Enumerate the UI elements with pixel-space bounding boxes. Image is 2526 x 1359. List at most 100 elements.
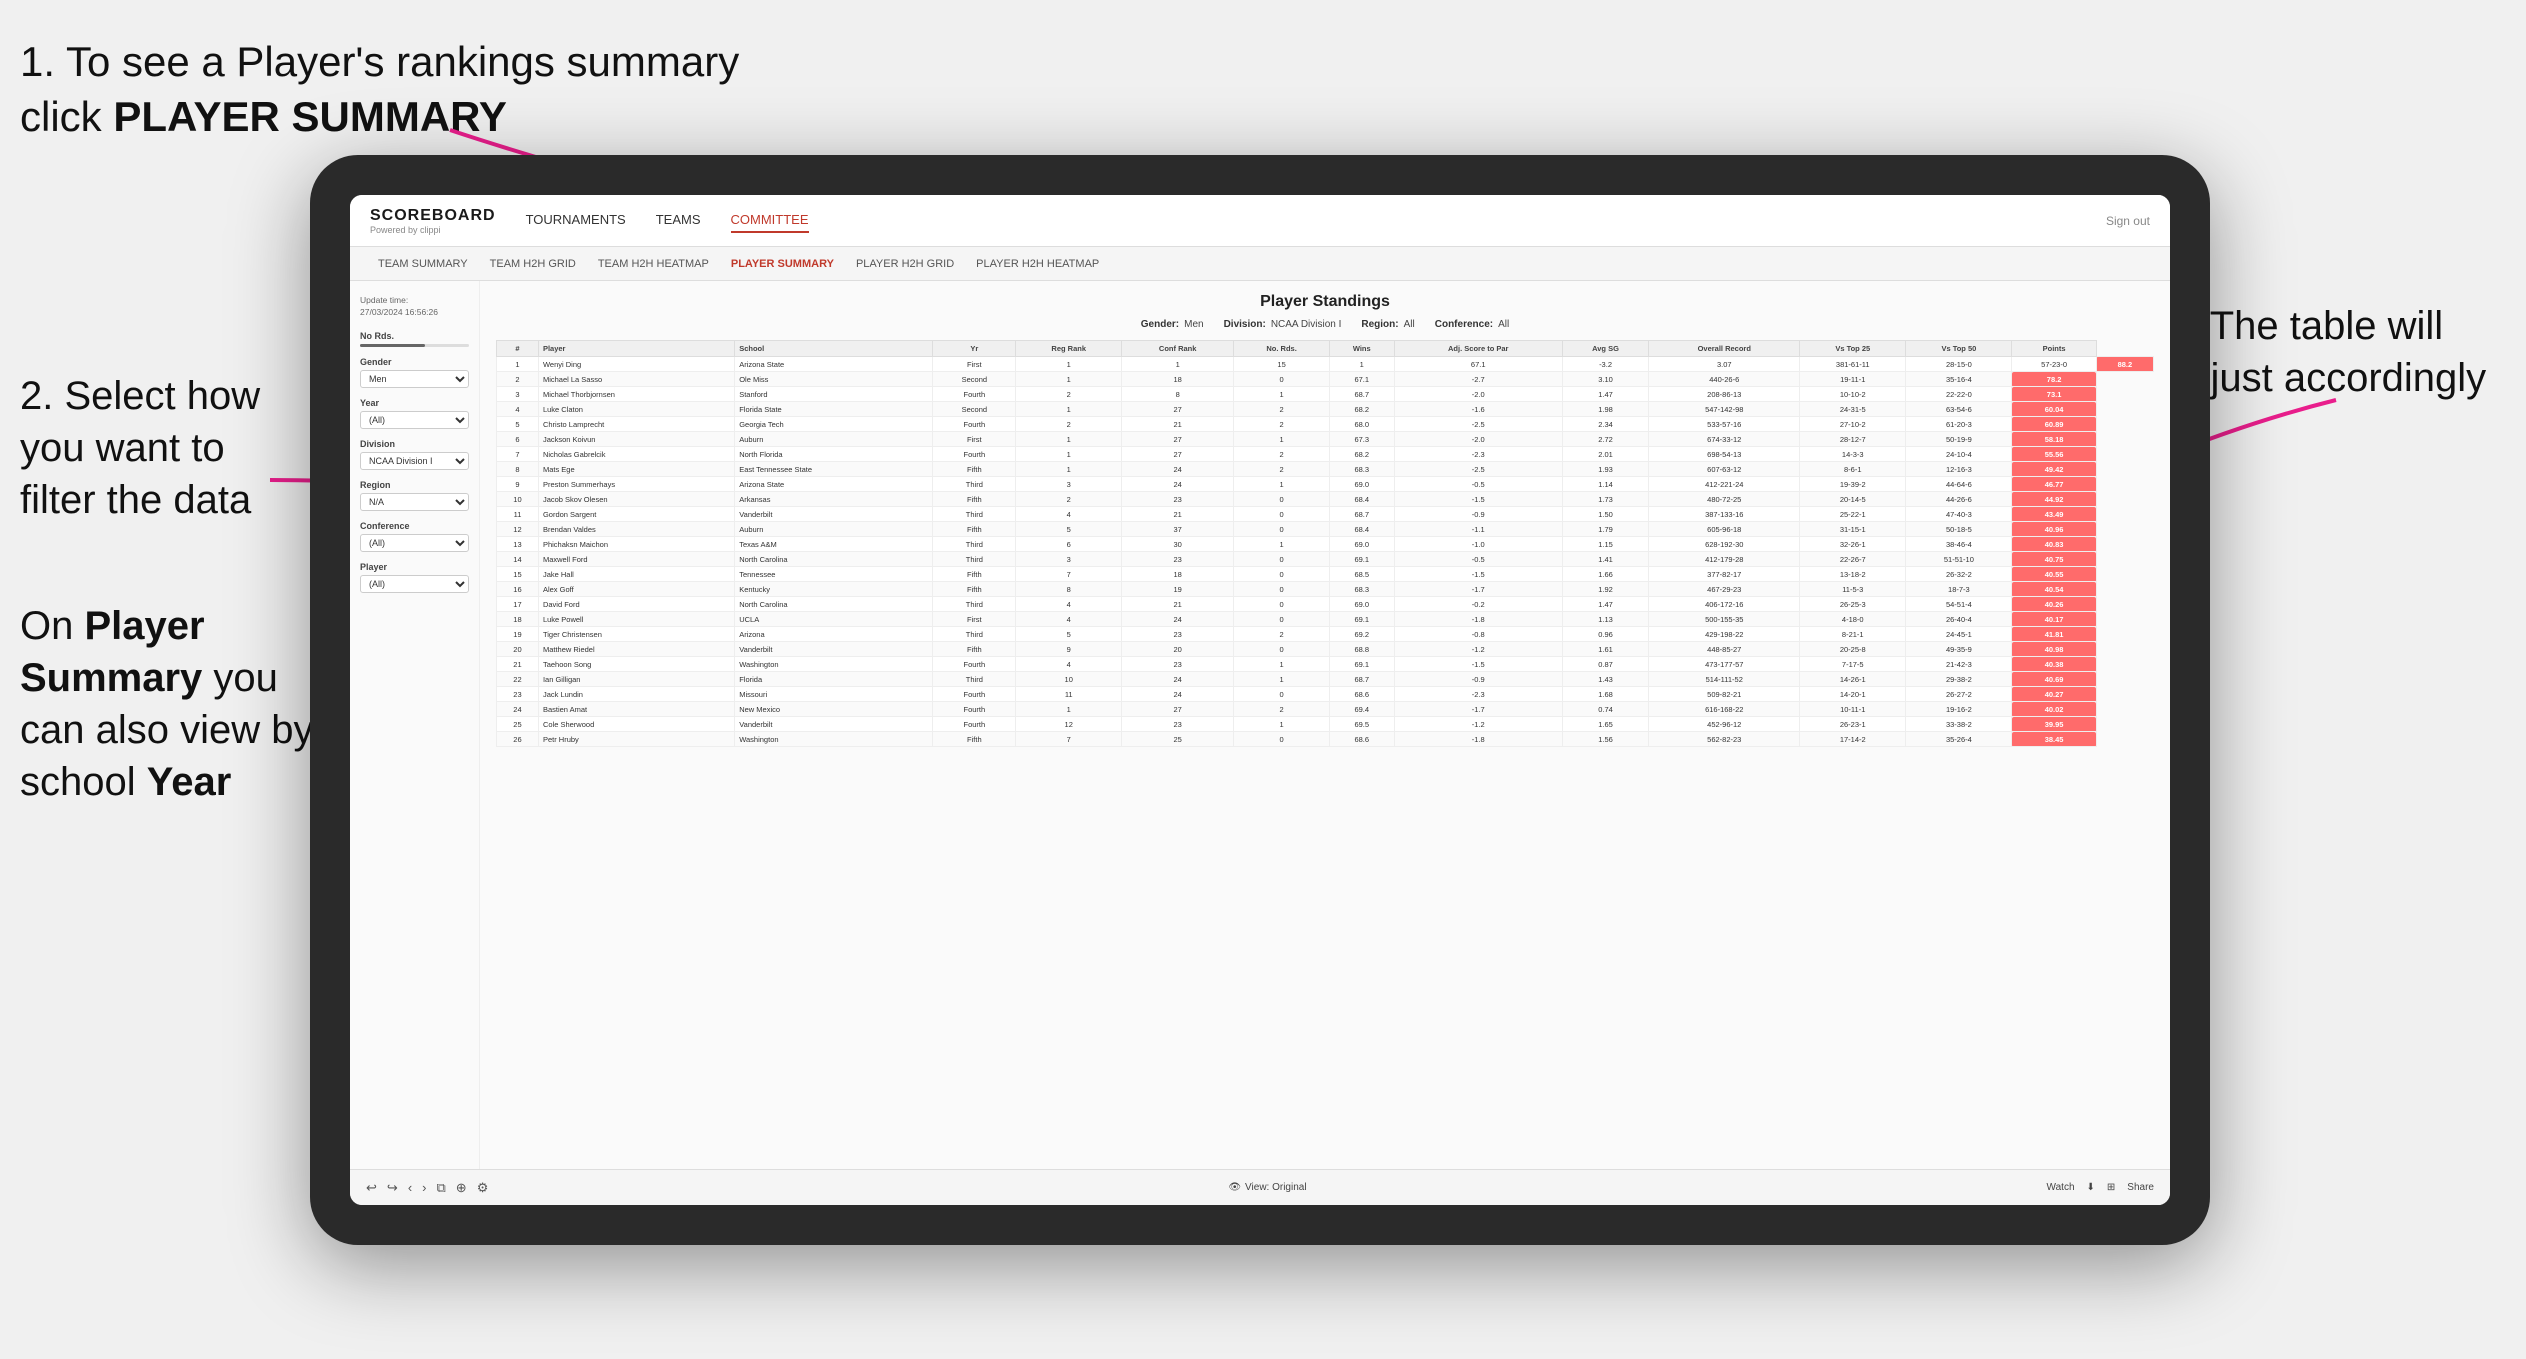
- cell-9-3: Fifth: [933, 492, 1016, 507]
- cell-0-1: Wenyi Ding: [538, 357, 734, 372]
- nav-back-icon[interactable]: ‹: [408, 1180, 412, 1195]
- cell-1-7: 67.1: [1329, 372, 1394, 387]
- cell-8-4: 3: [1016, 477, 1121, 492]
- cell-20-12: 21-42-3: [1906, 657, 2012, 672]
- bottom-toolbar: ↩ ↪ ‹ › ⧉ ⊕ ⚙ 👁 View: Original Watch ⬇ ⊞…: [350, 1169, 2170, 1205]
- cell-2-3: Fourth: [933, 387, 1016, 402]
- sub-nav-team-h2h-grid[interactable]: TEAM H2H GRID: [482, 254, 584, 274]
- cell-22-8: -2.3: [1394, 687, 1562, 702]
- share-button[interactable]: Share: [2127, 1182, 2154, 1193]
- sub-nav-team-h2h-heatmap[interactable]: TEAM H2H HEATMAP: [590, 254, 717, 274]
- cell-15-4: 8: [1016, 582, 1121, 597]
- cell-24-11: 26-23-1: [1800, 717, 1906, 732]
- cell-6-3: Fourth: [933, 447, 1016, 462]
- nav-tournaments[interactable]: TOURNAMENTS: [526, 208, 626, 233]
- cell-12-1: Phichaksn Maichon: [538, 537, 734, 552]
- cell-18-10: 429-198-22: [1649, 627, 1800, 642]
- watch-button[interactable]: Watch: [2047, 1182, 2075, 1193]
- cell-23-11: 10-11-1: [1800, 702, 1906, 717]
- toolbar-right: Watch ⬇ ⊞ Share: [2047, 1182, 2154, 1193]
- copy-icon[interactable]: ⧉: [437, 1180, 446, 1196]
- cell-4-1: Christo Lamprecht: [538, 417, 734, 432]
- paste-icon[interactable]: ⊕: [456, 1180, 467, 1196]
- cell-11-1: Brendan Valdes: [538, 522, 734, 537]
- annotation-step4-bold2: Year: [147, 760, 232, 804]
- cell-18-12: 24-45-1: [1906, 627, 2012, 642]
- cell-10-10: 387-133-16: [1649, 507, 1800, 522]
- annotation-step3-text: 3. The table will adjust accordingly: [2166, 304, 2486, 400]
- cell-15-9: 1.92: [1562, 582, 1649, 597]
- cell-7-6: 2: [1234, 462, 1329, 477]
- filter-division-label: Division: [360, 439, 469, 449]
- cell-1-6: 0: [1234, 372, 1329, 387]
- filter-year-select[interactable]: (All): [360, 411, 469, 429]
- table-row: 22Ian GilliganFloridaThird1024168.7-0.91…: [497, 672, 2154, 687]
- cell-20-4: 4: [1016, 657, 1121, 672]
- cell-19-10: 448-85-27: [1649, 642, 1800, 657]
- sub-nav-player-h2h-grid[interactable]: PLAYER H2H GRID: [848, 254, 962, 274]
- cell-25-8: -1.8: [1394, 732, 1562, 747]
- cell-21-13: 40.69: [2012, 672, 2096, 687]
- sub-nav-player-h2h-heatmap[interactable]: PLAYER H2H HEATMAP: [968, 254, 1107, 274]
- cell-12-10: 628-192-30: [1649, 537, 1800, 552]
- settings-icon[interactable]: ⚙: [477, 1180, 489, 1196]
- table-filter-row: Gender: Men Division: NCAA Division I Re…: [496, 319, 2154, 330]
- cell-15-1: Alex Goff: [538, 582, 734, 597]
- cell-23-13: 40.02: [2012, 702, 2096, 717]
- settings2-icon[interactable]: ⊞: [2107, 1182, 2115, 1193]
- view-icon: 👁: [1228, 1182, 1241, 1193]
- cell-14-1: Jake Hall: [538, 567, 734, 582]
- cell-19-9: 1.61: [1562, 642, 1649, 657]
- table-row: 10Jacob Skov OlesenArkansasFifth223068.4…: [497, 492, 2154, 507]
- view-label[interactable]: View: Original: [1245, 1182, 1307, 1193]
- cell-6-8: -2.3: [1394, 447, 1562, 462]
- undo-icon[interactable]: ↩: [366, 1180, 377, 1196]
- sub-nav-team-summary[interactable]: TEAM SUMMARY: [370, 254, 476, 274]
- cell-20-13: 40.38: [2012, 657, 2096, 672]
- sub-nav-player-summary[interactable]: PLAYER SUMMARY: [723, 254, 842, 274]
- cell-12-11: 32-26-1: [1800, 537, 1906, 552]
- download-icon[interactable]: ⬇: [2087, 1182, 2095, 1193]
- filter-player-select[interactable]: (All): [360, 575, 469, 593]
- cell-19-12: 49-35-9: [1906, 642, 2012, 657]
- cell-21-9: 1.43: [1562, 672, 1649, 687]
- cell-17-11: 4-18-0: [1800, 612, 1906, 627]
- cell-22-12: 26-27-2: [1906, 687, 2012, 702]
- table-row: 19Tiger ChristensenArizonaThird523269.2-…: [497, 627, 2154, 642]
- cell-12-0: 13: [497, 537, 539, 552]
- cell-1-5: 18: [1121, 372, 1233, 387]
- cell-6-6: 2: [1234, 447, 1329, 462]
- table-row: 8Mats EgeEast Tennessee StateFifth124268…: [497, 462, 2154, 477]
- cell-9-7: 68.4: [1329, 492, 1394, 507]
- cell-0-13: 57-23-0: [2012, 357, 2096, 372]
- nav-forward-icon[interactable]: ›: [422, 1180, 426, 1195]
- cell-25-12: 35-26-4: [1906, 732, 2012, 747]
- cell-0-4: 1: [1016, 357, 1121, 372]
- cell-4-12: 61-20-3: [1906, 417, 2012, 432]
- cell-15-10: 467-29-23: [1649, 582, 1800, 597]
- cell-19-6: 0: [1234, 642, 1329, 657]
- cell-3-10: 547-142-98: [1649, 402, 1800, 417]
- cell-16-4: 4: [1016, 597, 1121, 612]
- cell-6-1: Nicholas Gabrelcik: [538, 447, 734, 462]
- cell-5-12: 50-19-9: [1906, 432, 2012, 447]
- cell-16-0: 17: [497, 597, 539, 612]
- cell-2-1: Michael Thorbjornsen: [538, 387, 734, 402]
- cell-13-0: 14: [497, 552, 539, 567]
- nav-committee[interactable]: COMMITTEE: [731, 208, 809, 233]
- filter-division-select[interactable]: NCAA Division I: [360, 452, 469, 470]
- sign-out-link[interactable]: Sign out: [2106, 214, 2150, 228]
- annotation-step2: 2. Select how you want to filter the dat…: [20, 370, 300, 526]
- filter-no-rds: No Rds.: [360, 331, 469, 347]
- filter-conference-select[interactable]: (All): [360, 534, 469, 552]
- redo-icon[interactable]: ↪: [387, 1180, 398, 1196]
- nav-teams[interactable]: TEAMS: [656, 208, 701, 233]
- filter-region-select[interactable]: N/A: [360, 493, 469, 511]
- cell-16-2: North Carolina: [735, 597, 933, 612]
- cell-24-0: 25: [497, 717, 539, 732]
- cell-11-10: 605-96-18: [1649, 522, 1800, 537]
- cell-0-7: 1: [1329, 357, 1394, 372]
- cell-25-9: 1.56: [1562, 732, 1649, 747]
- filter-gender-select[interactable]: Men: [360, 370, 469, 388]
- cell-17-9: 1.13: [1562, 612, 1649, 627]
